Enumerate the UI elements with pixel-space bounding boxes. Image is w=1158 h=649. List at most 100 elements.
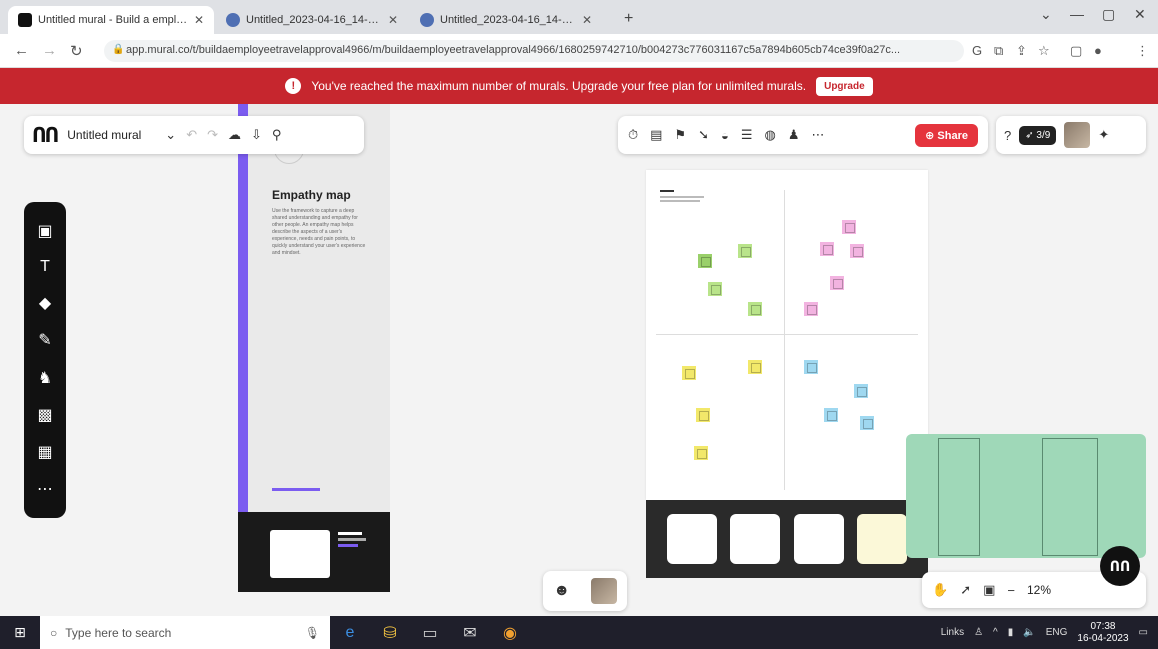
forward-icon[interactable]: →	[42, 42, 57, 59]
zoom-level[interactable]: 12%	[1027, 583, 1051, 597]
outline-icon[interactable]: ▤	[650, 127, 662, 143]
pen-icon[interactable]: ✎	[38, 330, 51, 350]
icons-library-icon[interactable]: ♞	[38, 368, 52, 388]
zoom-out-icon[interactable]: −	[1007, 583, 1015, 598]
minimize-icon[interactable]: —	[1070, 6, 1084, 22]
links-label[interactable]: Links	[941, 627, 964, 638]
sticky-note[interactable]	[820, 242, 834, 256]
panel-link[interactable]	[272, 488, 320, 491]
minimap-toggle-icon[interactable]: ▣	[983, 582, 995, 598]
select-icon[interactable]: ➚	[960, 582, 971, 598]
sticky-note[interactable]	[698, 254, 712, 268]
screenshot-icon[interactable]: ⧉	[994, 43, 1003, 59]
upgrade-button[interactable]: Upgrade	[816, 76, 873, 96]
share-page-icon[interactable]: ⇪	[1016, 43, 1027, 59]
text-icon[interactable]: T	[40, 258, 50, 276]
browser-tab-screenshot-1[interactable]: Untitled_2023-04-16_14-08-44.j ✕	[216, 6, 408, 34]
avatar[interactable]	[590, 578, 617, 604]
maximize-icon[interactable]: ▢	[1102, 6, 1115, 23]
close-icon[interactable]: ✕	[388, 13, 398, 27]
comments-icon[interactable]: ◍	[765, 127, 776, 143]
cloud-icon[interactable]: ☁	[228, 127, 241, 143]
timer-icon[interactable]: ⏱	[628, 127, 638, 143]
more-tools-icon[interactable]: ⋯	[37, 479, 53, 499]
sticky-note[interactable]	[708, 282, 722, 296]
profile-avatar-icon[interactable]: ●	[1094, 43, 1102, 58]
members-icon[interactable]: ♟	[788, 127, 800, 143]
chevron-down-icon[interactable]: ⌄	[1040, 6, 1052, 23]
image-icon[interactable]: ▩	[37, 405, 52, 425]
shapes-icon[interactable]: ◆	[39, 293, 51, 313]
collaborator-count-badge[interactable]: ➶ 3/9	[1019, 125, 1057, 145]
star-icon[interactable]: ☆	[1038, 43, 1050, 59]
avatar[interactable]	[1064, 122, 1091, 148]
browser-tab-mural[interactable]: Untitled mural - Build a employe ✕	[8, 6, 214, 34]
edge-icon[interactable]: e	[330, 616, 370, 649]
more-icon[interactable]: ⋯	[812, 127, 825, 143]
redo-icon[interactable]: ↷	[207, 127, 218, 143]
sticky-note[interactable]	[842, 220, 856, 234]
mural-title[interactable]: Untitled mural	[67, 128, 141, 142]
sidebar-icon[interactable]: ▢	[1070, 43, 1082, 59]
url-field[interactable]: 🔒 app.mural.co/t/buildaemployeetravelapp…	[104, 40, 964, 62]
microphone-icon[interactable]: 🎙	[305, 626, 320, 640]
templates-icon[interactable]: ▦	[37, 442, 52, 462]
new-tab-icon[interactable]: +	[624, 10, 633, 28]
sticky-note[interactable]	[694, 446, 708, 460]
sticky-note[interactable]	[748, 302, 762, 316]
mail-icon[interactable]: ✉	[450, 616, 490, 649]
emoji-icon[interactable]: ☻	[553, 582, 570, 600]
back-icon[interactable]: ←	[14, 42, 29, 59]
laser-pointer-icon[interactable]: ➘	[698, 127, 709, 143]
step-thumbnail[interactable]	[857, 514, 908, 564]
facilitation-icon[interactable]: ⚑	[674, 127, 686, 143]
sticky-note[interactable]	[824, 408, 838, 422]
sticky-note[interactable]	[804, 302, 818, 316]
sticky-note[interactable]	[804, 360, 818, 374]
network-icon[interactable]: ▮	[1008, 627, 1014, 638]
empathy-map-board[interactable]	[646, 170, 928, 500]
sticky-note[interactable]	[738, 244, 752, 258]
menu-kebab-icon[interactable]: ⋮	[1136, 43, 1149, 59]
windows-start-icon[interactable]: ⊞	[0, 616, 40, 649]
browser-tab-screenshot-2[interactable]: Untitled_2023-04-16_14-08-70.j ✕	[410, 6, 602, 34]
step-thumbnail[interactable]	[730, 514, 781, 564]
sticky-note[interactable]	[748, 360, 762, 374]
sticky-note[interactable]	[830, 276, 844, 290]
taskbar-search[interactable]: ○ Type here to search 🎙	[40, 616, 330, 649]
share-button[interactable]: ⊕ Share	[915, 123, 978, 147]
sticky-note[interactable]	[860, 416, 874, 430]
google-icon[interactable]: G	[972, 43, 982, 58]
clock[interactable]: 07:38 16-04-2023	[1077, 621, 1128, 645]
hand-icon[interactable]: ✋	[932, 582, 948, 598]
file-explorer-icon[interactable]: ▭	[410, 616, 450, 649]
store-icon[interactable]: ⛁	[370, 616, 410, 649]
undo-icon[interactable]: ↶	[186, 127, 197, 143]
mural-logo-icon[interactable]: ՈՈ	[32, 123, 59, 148]
chevron-down-icon[interactable]: ⌄	[165, 127, 176, 143]
chevron-up-icon[interactable]: ^	[993, 627, 998, 638]
help-icon[interactable]: ?	[1004, 128, 1011, 143]
export-icon[interactable]: ⇩	[251, 127, 262, 143]
sticky-note[interactable]	[854, 384, 868, 398]
volume-icon[interactable]: 🔈	[1023, 627, 1035, 638]
sparkle-icon[interactable]: ✦	[1098, 127, 1109, 143]
close-window-icon[interactable]: ✕	[1134, 6, 1146, 23]
step-thumbnail[interactable]	[793, 514, 844, 564]
sticky-note[interactable]	[850, 244, 864, 258]
template-thumbnail[interactable]	[270, 530, 330, 578]
minimap[interactable]	[906, 434, 1146, 558]
search-icon[interactable]: ⚲	[272, 127, 282, 143]
notification-icon[interactable]: ▭	[1139, 627, 1148, 638]
board-icon[interactable]: ☰	[741, 127, 753, 143]
chrome-icon[interactable]: ◉	[490, 616, 530, 649]
person-icon[interactable]: ♙	[974, 627, 983, 638]
step-thumbnail[interactable]	[666, 514, 717, 564]
mural-assistant-button[interactable]: ՈՈ	[1100, 546, 1140, 586]
language-indicator[interactable]: ENG	[1046, 627, 1068, 638]
private-mode-icon[interactable]: ◒	[721, 128, 729, 143]
sticky-note-icon[interactable]: ▣	[37, 221, 52, 241]
sticky-note[interactable]	[696, 408, 710, 422]
close-icon[interactable]: ✕	[194, 13, 204, 27]
sticky-note[interactable]	[682, 366, 696, 380]
